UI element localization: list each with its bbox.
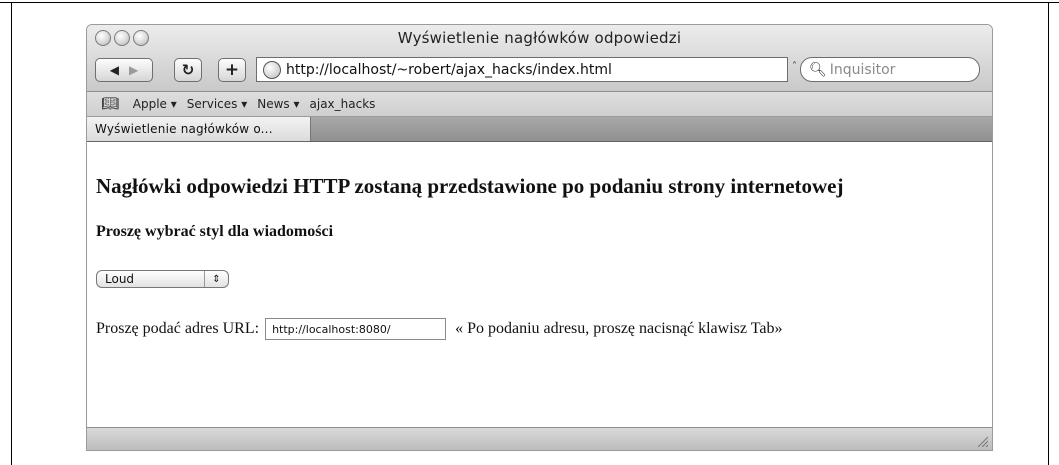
bookmark-services[interactable]: Services ▾	[187, 97, 247, 111]
bookmark-ajax-hacks[interactable]: ajax_hacks	[310, 97, 376, 111]
bookmarks-bar: 📖︎ Apple ▾ Services ▾ News ▾ ajax_hacks	[87, 92, 992, 117]
back-forward-buttons[interactable]: ◀ ▶	[95, 58, 153, 82]
search-placeholder: Inquisitor	[829, 61, 896, 78]
frame-right-border	[1048, 2, 1049, 465]
bookmark-news[interactable]: News ▾	[257, 97, 299, 111]
search-field[interactable]: 🔍︎ Inquisitor	[800, 57, 980, 82]
style-select[interactable]: Loud ⇕	[96, 270, 229, 288]
resize-grip-icon[interactable]	[976, 435, 988, 447]
url-hint: « Po podaniu adresu, proszę nacisnąć kla…	[455, 320, 783, 337]
frame-top-border	[0, 2, 1059, 3]
forward-arrow-icon[interactable]: ▶	[129, 63, 138, 77]
address-text[interactable]: http://localhost/~robert/ajax_hacks/inde…	[286, 62, 612, 78]
plus-icon: +	[224, 60, 240, 80]
url-input-value[interactable]: http://localhost:8080/	[272, 323, 390, 336]
address-bar[interactable]: http://localhost/~robert/ajax_hacks/inde…	[256, 57, 788, 82]
page-content: Nagłówki odpowiedzi HTTP zostaną przedst…	[87, 142, 992, 422]
window-title: Wyświetlenie nagłówków odpowiedzi	[397, 29, 682, 47]
snapback-icon[interactable]: ˄	[792, 61, 797, 72]
search-icon[interactable]: 🔍︎	[809, 62, 827, 78]
up-down-arrows-icon: ⇕	[204, 271, 228, 287]
status-bar	[87, 427, 992, 450]
back-arrow-icon[interactable]: ◀	[110, 63, 119, 77]
add-bookmark-button[interactable]: +	[218, 58, 246, 82]
url-label: Proszę podać adres URL:	[96, 320, 260, 337]
url-input[interactable]: http://localhost:8080/	[265, 318, 447, 340]
tab-active[interactable]: Wyświetlenie nagłówków o...	[87, 117, 311, 141]
style-select-value: Loud	[105, 272, 135, 286]
frame-left-border	[11, 2, 12, 465]
reload-button[interactable]: ↻	[174, 58, 202, 82]
style-prompt: Proszę wybrać styl dla wiadomości	[96, 223, 334, 240]
title-bar: Wyświetlenie nagłówków odpowiedzi ◀ ▶ ↻ …	[87, 25, 992, 92]
page-heading: Nagłówki odpowiedzi HTTP zostaną przedst…	[96, 174, 844, 198]
globe-icon	[263, 60, 281, 79]
bookmark-apple[interactable]: Apple ▾	[133, 97, 177, 111]
tab-bar: Wyświetlenie nagłówków o...	[87, 117, 992, 142]
browser-window: Wyświetlenie nagłówków odpowiedzi ◀ ▶ ↻ …	[86, 24, 993, 451]
book-icon[interactable]: 📖︎	[101, 96, 119, 112]
reload-icon: ↻	[181, 61, 195, 79]
url-row: Proszę podać adres URL: http://localhost…	[96, 318, 782, 340]
